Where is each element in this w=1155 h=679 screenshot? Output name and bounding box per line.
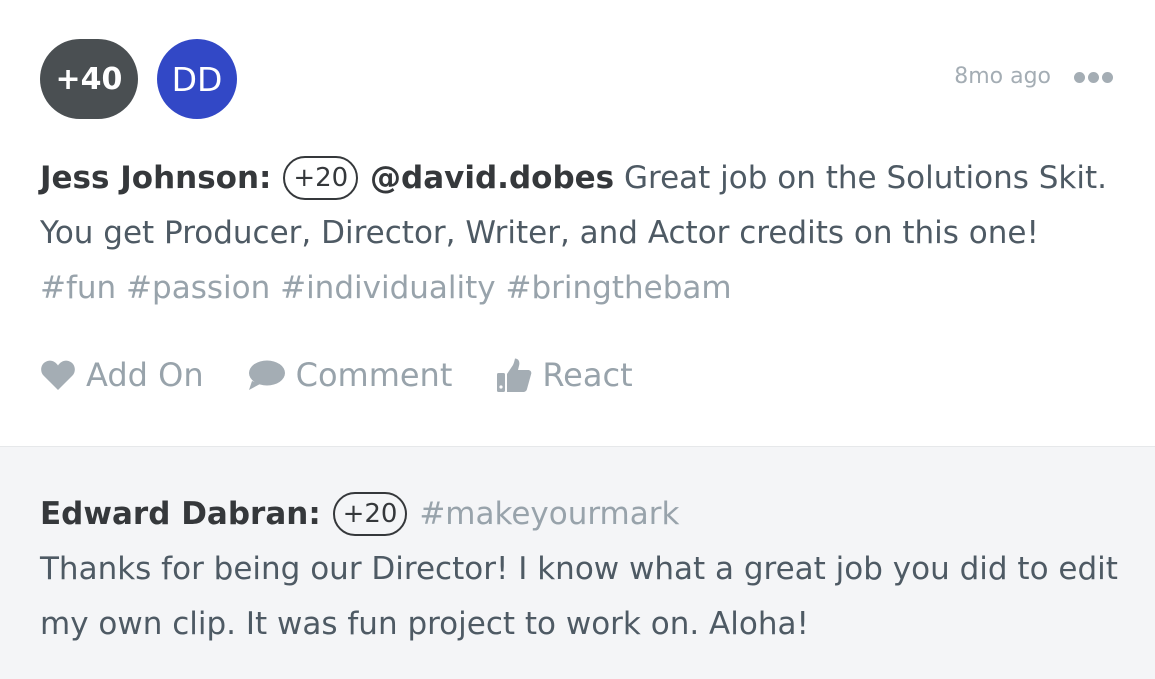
hashtag-link[interactable]: #passion: [126, 270, 270, 306]
post-body: Jess Johnson: +20 @david.dobes Great job…: [40, 151, 1120, 316]
heart-icon: [41, 360, 75, 390]
speech-bubble-icon: [248, 360, 285, 390]
more-options-button[interactable]: [1074, 72, 1113, 83]
hashtag-link[interactable]: #fun: [40, 270, 116, 306]
mention-link[interactable]: @david.dobes: [370, 160, 614, 196]
reply-message: Thanks for being our Director! I know wh…: [40, 551, 1118, 642]
reply: Edward Dabran: +20 #makeyourmark Thanks …: [0, 446, 1155, 679]
avatar[interactable]: DD: [157, 39, 237, 119]
comment-label: Comment: [295, 356, 453, 394]
reply-points-badge: +20: [332, 492, 408, 536]
react-label: React: [542, 356, 633, 394]
ellipsis-icon-dot: [1088, 72, 1099, 83]
add-on-button[interactable]: Add On: [40, 356, 204, 394]
thumbs-up-icon: [497, 358, 532, 392]
recognition-card: +40 DD 8mo ago Jess Johnson: +20 @david.…: [0, 0, 1155, 679]
post-author[interactable]: Jess Johnson:: [40, 160, 271, 196]
ellipsis-icon: [1074, 72, 1085, 83]
post-header: +40 DD: [40, 39, 237, 119]
reply-hashtag-link[interactable]: #makeyourmark: [419, 496, 679, 532]
points-badge: +20: [283, 156, 359, 200]
timestamp: 8mo ago: [954, 64, 1051, 89]
ellipsis-icon-dot: [1102, 72, 1113, 83]
react-button[interactable]: React: [496, 356, 633, 394]
total-points-pill[interactable]: +40: [40, 39, 138, 119]
post-actions: Add On Comment React: [40, 350, 677, 400]
comment-button[interactable]: Comment: [248, 356, 453, 394]
reply-author[interactable]: Edward Dabran:: [40, 496, 321, 532]
hashtag-link[interactable]: #bringthebam: [506, 270, 732, 306]
reply-body: Edward Dabran: +20 #makeyourmark Thanks …: [40, 487, 1130, 652]
hashtag-link[interactable]: #individuality: [280, 270, 496, 306]
post: +40 DD 8mo ago Jess Johnson: +20 @david.…: [0, 0, 1155, 446]
add-on-label: Add On: [86, 356, 204, 394]
